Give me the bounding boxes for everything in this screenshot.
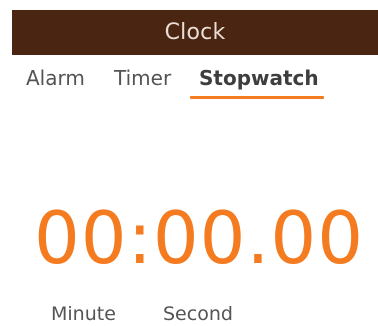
active-tab-indicator <box>190 96 324 99</box>
tab-timer[interactable]: Timer <box>114 66 171 90</box>
tab-stopwatch[interactable]: Stopwatch <box>199 66 319 90</box>
title-bar: Clock <box>12 10 378 55</box>
minute-label: Minute <box>51 303 116 325</box>
tab-alarm[interactable]: Alarm <box>26 66 85 90</box>
app-title: Clock <box>164 20 226 45</box>
second-label: Second <box>163 303 233 325</box>
stopwatch-time-display: 00:00.00 <box>34 196 364 280</box>
